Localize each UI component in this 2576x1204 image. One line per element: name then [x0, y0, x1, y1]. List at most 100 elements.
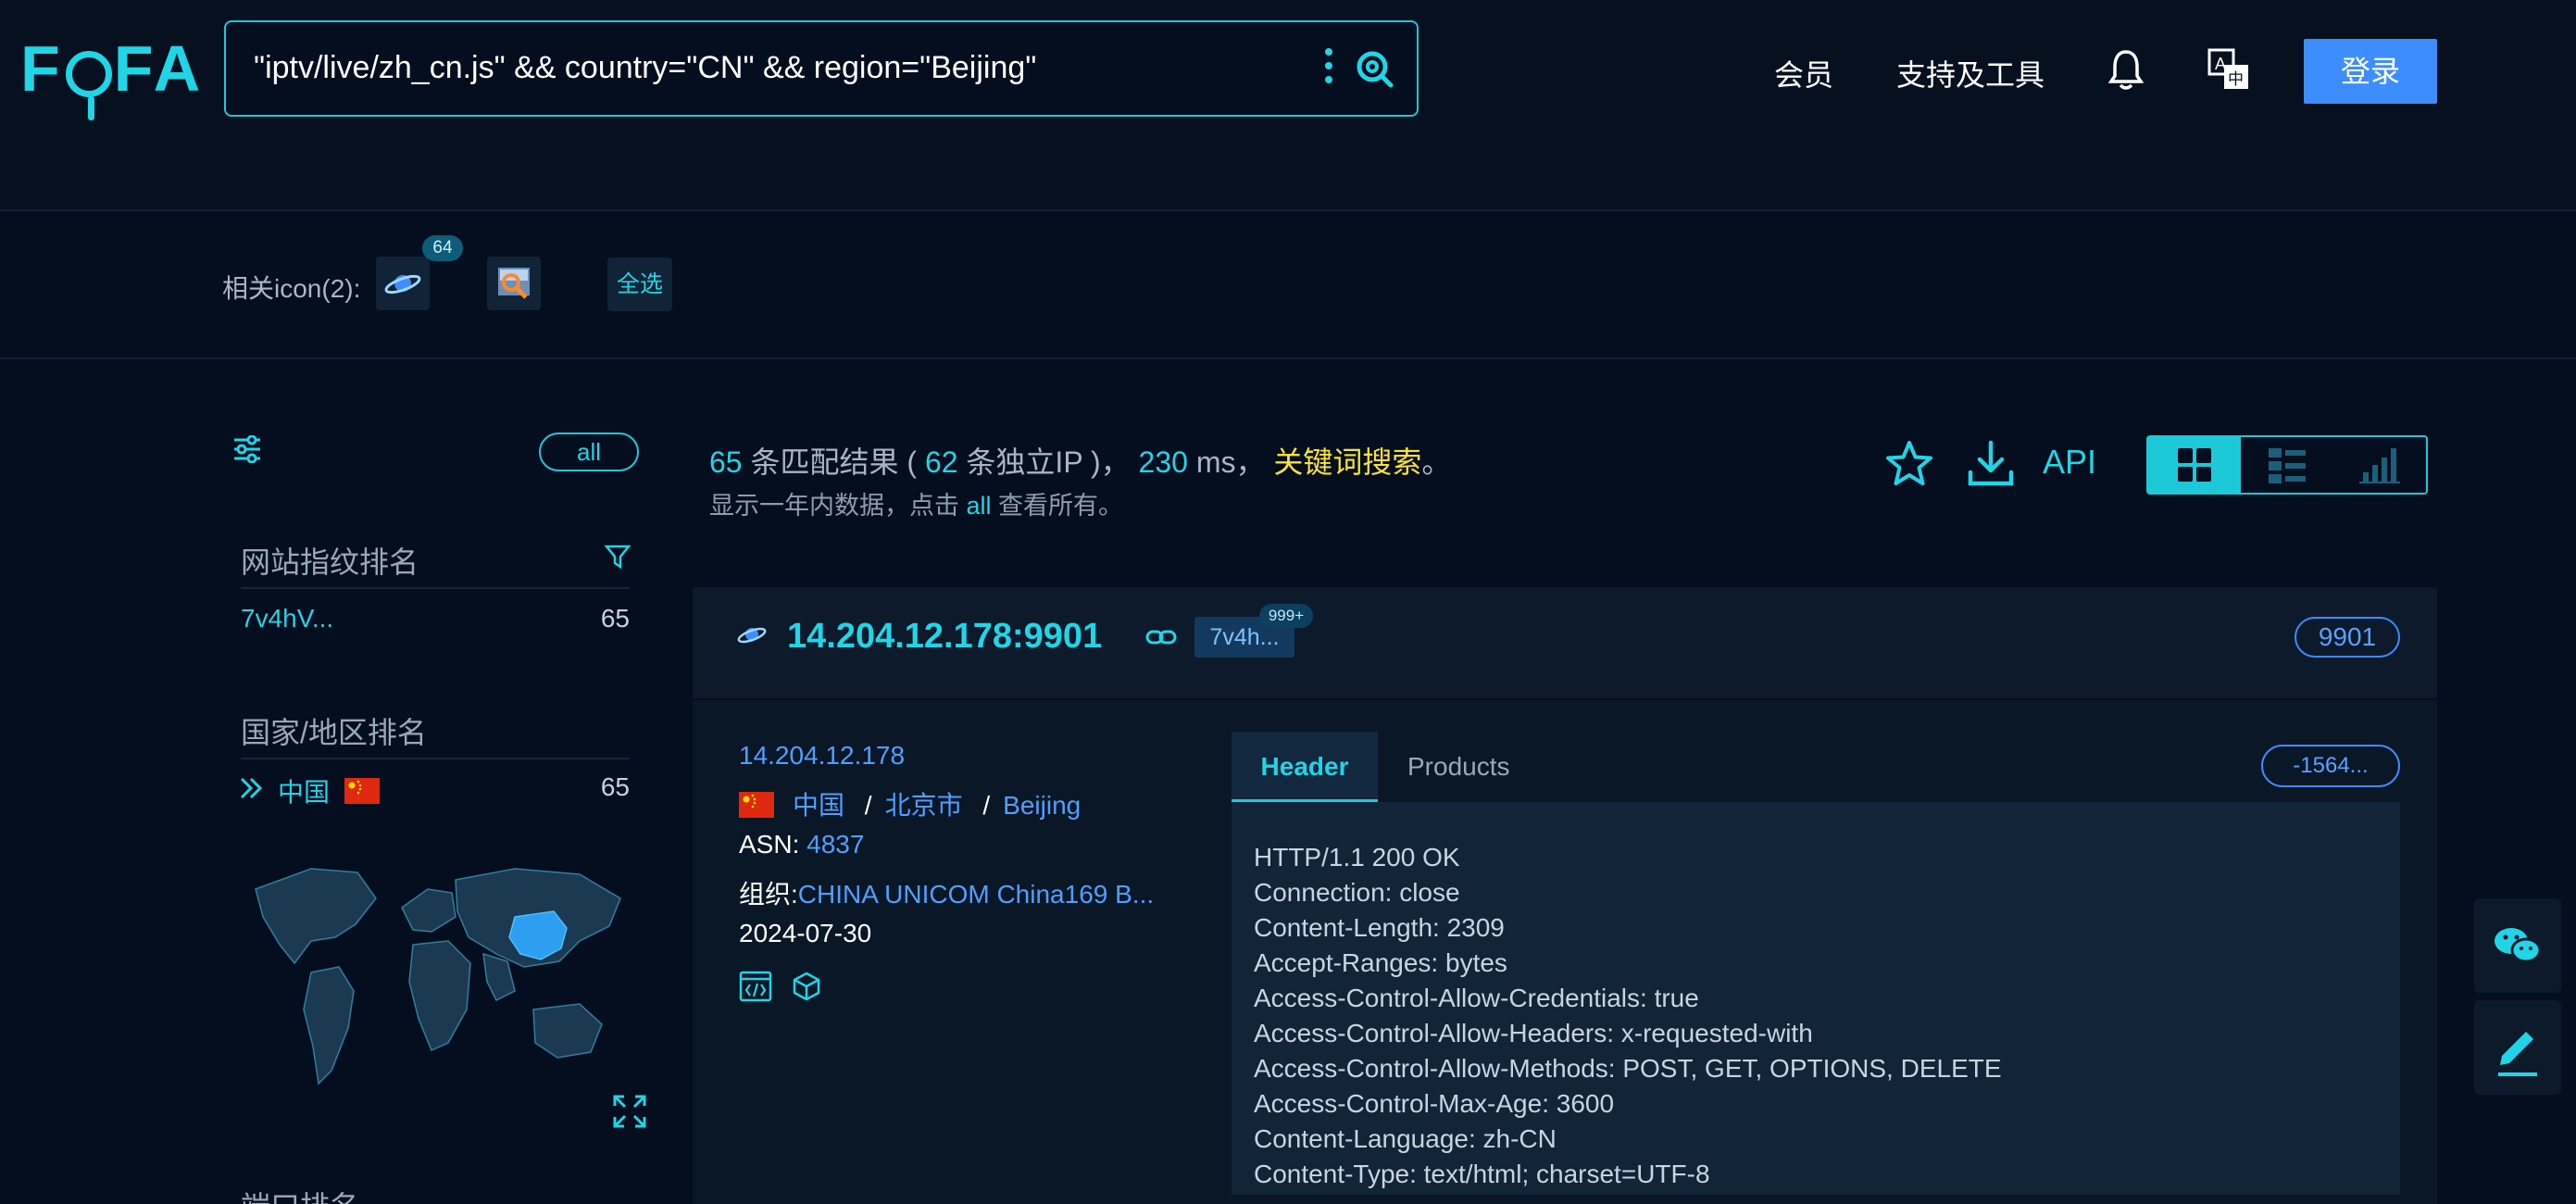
china-flag-icon: [739, 792, 774, 818]
planet-favicon-filter[interactable]: [376, 257, 430, 310]
filter-sliders-icon[interactable]: [231, 435, 263, 463]
result-tabs: Header Products: [1232, 732, 2400, 802]
tab-header[interactable]: Header: [1232, 732, 1378, 802]
bell-icon[interactable]: [2107, 48, 2145, 91]
star-favorite-icon[interactable]: [1883, 439, 1935, 489]
result-date: 2024-07-30: [739, 919, 872, 947]
grid-view-button[interactable]: [2148, 437, 2241, 493]
location-region[interactable]: Beijing: [1003, 791, 1081, 820]
list-icon: [2269, 448, 2306, 483]
header-line: Content-Type: text/html; charset=UTF-8: [1254, 1160, 1710, 1188]
link-icon[interactable]: [1144, 624, 1178, 650]
summary-text: ms，: [1195, 445, 1266, 479]
edit-pen-icon: [2498, 1032, 2537, 1076]
svg-text:中: 中: [2228, 70, 2244, 89]
fingerprint-rank-title: 网站指纹排名: [241, 546, 419, 579]
header-line: Access-Control-Allow-Methods: POST, GET,…: [1254, 1054, 2002, 1083]
country-item-china[interactable]: 中国: [278, 772, 330, 809]
translate-icon[interactable]: A 中: [2207, 48, 2250, 91]
related-icon-label: 相关icon(2):: [222, 274, 361, 303]
more-options-icon[interactable]: [1324, 48, 1333, 89]
search-box[interactable]: "iptv/live/zh_cn.js" && country="CN" && …: [224, 20, 1419, 117]
result-ip-port-link[interactable]: 14.204.12.178:9901: [787, 617, 1102, 657]
magnifier-picture-icon: [498, 268, 530, 299]
logo-letter: F: [20, 32, 64, 105]
header-line: HTTP/1.1 200 OK: [1254, 843, 1460, 872]
country-rank-title: 国家/地区排名: [241, 716, 427, 749]
search-icon[interactable]: [1354, 48, 1394, 89]
keyword-search-link[interactable]: 关键词搜索: [1273, 445, 1421, 479]
stats-view-button[interactable]: [2333, 437, 2426, 493]
separator: /: [982, 791, 991, 820]
location-city[interactable]: 北京市: [885, 791, 963, 820]
world-map[interactable]: [246, 852, 630, 1111]
note-text: 查看所有。: [998, 492, 1124, 520]
icon-count-badge: 64: [422, 235, 463, 261]
match-count: 65: [709, 445, 743, 479]
grid-icon: [2178, 448, 2211, 482]
icon-hash-badge[interactable]: -1564...: [2261, 745, 2400, 787]
double-chevron-right-icon: [240, 777, 263, 799]
expand-map-icon[interactable]: [611, 1093, 648, 1130]
wechat-icon: [2495, 928, 2542, 963]
fofa-logo[interactable]: F FA: [20, 31, 205, 120]
summary-text: 条独立IP )，: [966, 445, 1131, 479]
tab-products[interactable]: Products: [1407, 732, 1510, 802]
view-mode-switcher: [2146, 435, 2428, 495]
header-line: Access-Control-Max-Age: 3600: [1254, 1089, 1615, 1118]
summary-text: 条匹配结果 (: [750, 445, 918, 479]
divider: [241, 587, 630, 589]
http-header-content: HTTP/1.1 200 OK Connection: close Conten…: [1232, 802, 2400, 1195]
port-rank-title: 端口排名: [241, 1184, 359, 1204]
logo-magnifier-icon: [65, 50, 112, 120]
org-link[interactable]: CHINA UNICOM China169 B...: [798, 880, 1154, 909]
summary-text: 。: [1421, 445, 1452, 479]
divider: [241, 758, 630, 759]
header-line: Access-Control-Allow-Headers: x-requeste…: [1254, 1019, 1813, 1047]
nav-member[interactable]: 会员: [1774, 52, 1833, 94]
select-all-button[interactable]: 全选: [607, 257, 672, 311]
asn-link[interactable]: 4837: [807, 830, 864, 859]
show-all-link[interactable]: all: [967, 492, 992, 520]
logo-letters: FA: [113, 32, 205, 105]
cube-icon[interactable]: [791, 971, 822, 1002]
asn-label: ASN:: [739, 830, 800, 859]
bar-chart-icon: [2359, 448, 2400, 483]
result-summary: 65 条匹配结果 ( 62 条独立IP )， 230 ms， 关键词搜索。: [709, 439, 1451, 482]
fingerprint-count: 65: [600, 604, 630, 633]
country-count: 65: [600, 772, 630, 801]
code-icon[interactable]: [739, 971, 772, 1002]
search-input[interactable]: "iptv/live/zh_cn.js" && country="CN" && …: [254, 50, 1036, 86]
planet-icon: [737, 627, 767, 644]
funnel-filter-icon[interactable]: [604, 543, 631, 571]
org-line: 组织:CHINA UNICOM China169 B...: [739, 874, 1154, 911]
login-button[interactable]: 登录: [2304, 39, 2437, 104]
data-range-note: 显示一年内数据，点击 all 查看所有。: [709, 485, 1123, 521]
location-line: 中国 / 北京市 / Beijing: [739, 785, 1081, 822]
org-label: 组织:: [739, 880, 798, 909]
header-line: Accept-Ranges: bytes: [1254, 948, 1507, 977]
all-data-toggle[interactable]: all: [539, 433, 639, 471]
header-line: Content-Length: 2309: [1254, 913, 1505, 942]
feedback-float-button[interactable]: [2474, 1000, 2561, 1095]
list-view-button[interactable]: [2241, 437, 2333, 493]
header-line: Access-Control-Allow-Credentials: true: [1254, 984, 1699, 1012]
wechat-float-button[interactable]: [2474, 898, 2561, 993]
china-flag-icon: [344, 778, 380, 804]
search-favicon-filter[interactable]: [487, 257, 541, 310]
query-time: 230: [1138, 445, 1188, 479]
header-line: Connection: close: [1254, 878, 1460, 907]
port-badge[interactable]: 9901: [2295, 617, 2400, 658]
planet-icon: [384, 274, 421, 295]
note-text: 显示一年内数据，点击: [709, 492, 959, 520]
separator: /: [864, 791, 872, 820]
fingerprint-item[interactable]: 7v4hV...: [241, 604, 333, 633]
header-line: Content-Language: zh-CN: [1254, 1124, 1557, 1153]
result-ip[interactable]: 14.204.12.178: [739, 741, 905, 771]
tag-count-badge: 999+: [1259, 604, 1313, 628]
location-country[interactable]: 中国: [793, 791, 844, 820]
download-icon[interactable]: [1965, 437, 2017, 489]
unique-ip-count: 62: [924, 445, 958, 479]
nav-tools[interactable]: 支持及工具: [1896, 52, 2045, 94]
api-link[interactable]: API: [2043, 443, 2096, 482]
